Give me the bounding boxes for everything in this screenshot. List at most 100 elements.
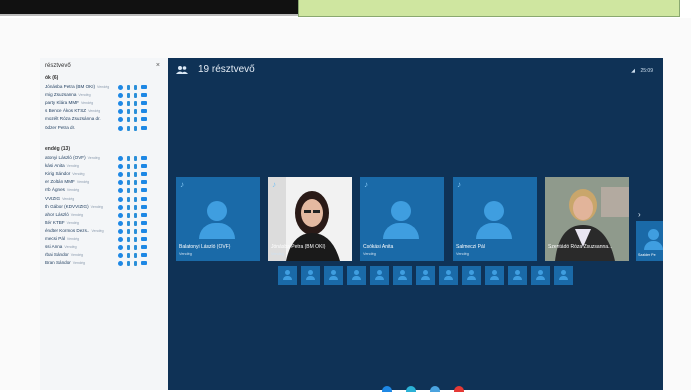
participant-row[interactable]: s Bence Ákos KTSZ Vendég bbox=[40, 108, 170, 116]
mic-icon[interactable] bbox=[127, 101, 130, 107]
chat-icon[interactable] bbox=[118, 93, 123, 99]
video-tile[interactable]: Szalder Pe bbox=[636, 221, 663, 261]
pause-icon[interactable] bbox=[134, 188, 137, 194]
pause-icon[interactable] bbox=[134, 172, 137, 178]
pause-icon[interactable] bbox=[134, 253, 137, 259]
camera-button[interactable] bbox=[382, 386, 392, 392]
participant-thumbnail[interactable] bbox=[485, 266, 504, 285]
chat-icon[interactable] bbox=[118, 125, 123, 131]
video-tile[interactable]: ♪ Csókási Anita Vendég bbox=[360, 177, 444, 261]
participant-row[interactable]: rrb Ágnes Vendég bbox=[40, 187, 170, 195]
camera-icon[interactable] bbox=[141, 101, 147, 106]
camera-icon[interactable] bbox=[141, 164, 147, 169]
pause-icon[interactable] bbox=[134, 93, 137, 99]
participant-row[interactable]: party Klára MMF Vendég bbox=[40, 100, 170, 108]
mic-icon[interactable] bbox=[127, 188, 130, 194]
mic-icon[interactable] bbox=[127, 85, 130, 90]
participant-row[interactable]: ttér KTBF Vendég bbox=[40, 220, 170, 228]
people-icon[interactable] bbox=[176, 65, 188, 74]
participant-row[interactable]: rnig Zsuzsanna Vendég bbox=[40, 92, 170, 100]
mic-icon[interactable] bbox=[127, 117, 130, 123]
mic-icon[interactable] bbox=[127, 261, 130, 267]
mic-button[interactable] bbox=[406, 386, 416, 392]
camera-icon[interactable] bbox=[141, 85, 147, 89]
camera-icon[interactable] bbox=[141, 253, 147, 258]
participant-thumbnail[interactable] bbox=[416, 266, 435, 285]
pause-icon[interactable] bbox=[134, 204, 137, 210]
participant-row[interactable]: mecsi Pál Vendég bbox=[40, 236, 170, 244]
mic-icon[interactable] bbox=[127, 109, 130, 115]
participant-thumbnail[interactable] bbox=[347, 266, 366, 285]
participant-row[interactable]: mozélt Róza Zsuzsánna dr. bbox=[40, 116, 170, 124]
mic-icon[interactable] bbox=[127, 212, 130, 218]
camera-icon[interactable] bbox=[141, 93, 147, 98]
video-tile[interactable]: ♪ Salmeczi Pál Vendég bbox=[453, 177, 537, 261]
pause-icon[interactable] bbox=[134, 85, 137, 90]
pause-icon[interactable] bbox=[134, 109, 137, 115]
chat-icon[interactable] bbox=[118, 172, 123, 178]
camera-icon[interactable] bbox=[141, 228, 147, 233]
pause-icon[interactable] bbox=[134, 245, 137, 251]
participant-thumbnail[interactable] bbox=[531, 266, 550, 285]
camera-icon[interactable] bbox=[141, 180, 147, 185]
camera-icon[interactable] bbox=[141, 156, 147, 160]
chat-icon[interactable] bbox=[118, 261, 123, 267]
chat-icon[interactable] bbox=[118, 245, 123, 251]
chat-icon[interactable] bbox=[118, 164, 123, 170]
participant-row[interactable]: th Gábor (KDVVIZIG) Vendég bbox=[40, 204, 170, 212]
video-tile[interactable]: ♪ Balatonyi László (OVF) Vendég bbox=[176, 177, 260, 261]
mic-icon[interactable] bbox=[127, 172, 130, 178]
camera-icon[interactable] bbox=[141, 261, 147, 266]
pause-icon[interactable] bbox=[134, 101, 137, 107]
pause-icon[interactable] bbox=[134, 180, 137, 186]
chat-icon[interactable] bbox=[118, 117, 123, 123]
video-tile[interactable]: ♪ Jónásba Petra (BM OKI) Vendég bbox=[268, 177, 352, 261]
participant-row[interactable]: ahor László Vendég bbox=[40, 212, 170, 220]
participant-row[interactable]: atonyi László (OVF) Vendég bbox=[40, 155, 170, 163]
camera-icon[interactable] bbox=[141, 220, 147, 225]
mic-icon[interactable] bbox=[127, 220, 130, 226]
camera-icon[interactable] bbox=[141, 245, 147, 250]
camera-icon[interactable] bbox=[141, 204, 147, 209]
pause-icon[interactable] bbox=[134, 156, 137, 161]
pause-icon[interactable] bbox=[134, 261, 137, 267]
chat-icon[interactable] bbox=[118, 188, 123, 194]
participant-thumbnail[interactable] bbox=[439, 266, 458, 285]
pause-icon[interactable] bbox=[134, 228, 137, 234]
participant-thumbnail[interactable] bbox=[462, 266, 481, 285]
participant-row[interactable]: rbai Sándor Vendég bbox=[40, 252, 170, 260]
camera-icon[interactable] bbox=[141, 212, 147, 217]
participant-thumbnail[interactable] bbox=[554, 266, 573, 285]
pause-icon[interactable] bbox=[134, 220, 137, 226]
participant-thumbnail[interactable] bbox=[508, 266, 527, 285]
mic-icon[interactable] bbox=[127, 164, 130, 170]
mic-icon[interactable] bbox=[127, 228, 130, 234]
hangup-button[interactable] bbox=[454, 386, 464, 392]
camera-icon[interactable] bbox=[141, 117, 147, 122]
mic-icon[interactable] bbox=[127, 180, 130, 186]
participant-row[interactable]: Jónásba Petra (BM OKI) Vendég bbox=[40, 84, 170, 92]
chat-icon[interactable] bbox=[118, 253, 123, 259]
chat-icon[interactable] bbox=[118, 237, 123, 242]
participant-row[interactable]: VVIZIG Vendég bbox=[40, 196, 170, 204]
mic-icon[interactable] bbox=[127, 204, 130, 210]
participant-thumbnail[interactable] bbox=[278, 266, 297, 285]
camera-icon[interactable] bbox=[141, 109, 147, 114]
pause-icon[interactable] bbox=[134, 125, 137, 131]
chat-icon[interactable] bbox=[118, 101, 123, 107]
chat-icon[interactable] bbox=[118, 212, 123, 218]
chat-icon[interactable] bbox=[118, 220, 123, 226]
participant-thumbnail[interactable] bbox=[370, 266, 389, 285]
chat-icon[interactable] bbox=[118, 180, 123, 186]
close-icon[interactable]: × bbox=[156, 62, 160, 69]
pause-icon[interactable] bbox=[134, 164, 137, 170]
chat-icon[interactable] bbox=[118, 196, 123, 202]
mic-icon[interactable] bbox=[127, 156, 130, 161]
camera-icon[interactable] bbox=[141, 237, 147, 241]
camera-icon[interactable] bbox=[141, 125, 147, 130]
participant-thumbnail[interactable] bbox=[301, 266, 320, 285]
pause-icon[interactable] bbox=[134, 212, 137, 218]
participant-row[interactable]: ssi Anna Vendég bbox=[40, 244, 170, 252]
participant-row[interactable]: Bran Sándor Vendég bbox=[40, 260, 170, 268]
mic-icon[interactable] bbox=[127, 93, 130, 99]
